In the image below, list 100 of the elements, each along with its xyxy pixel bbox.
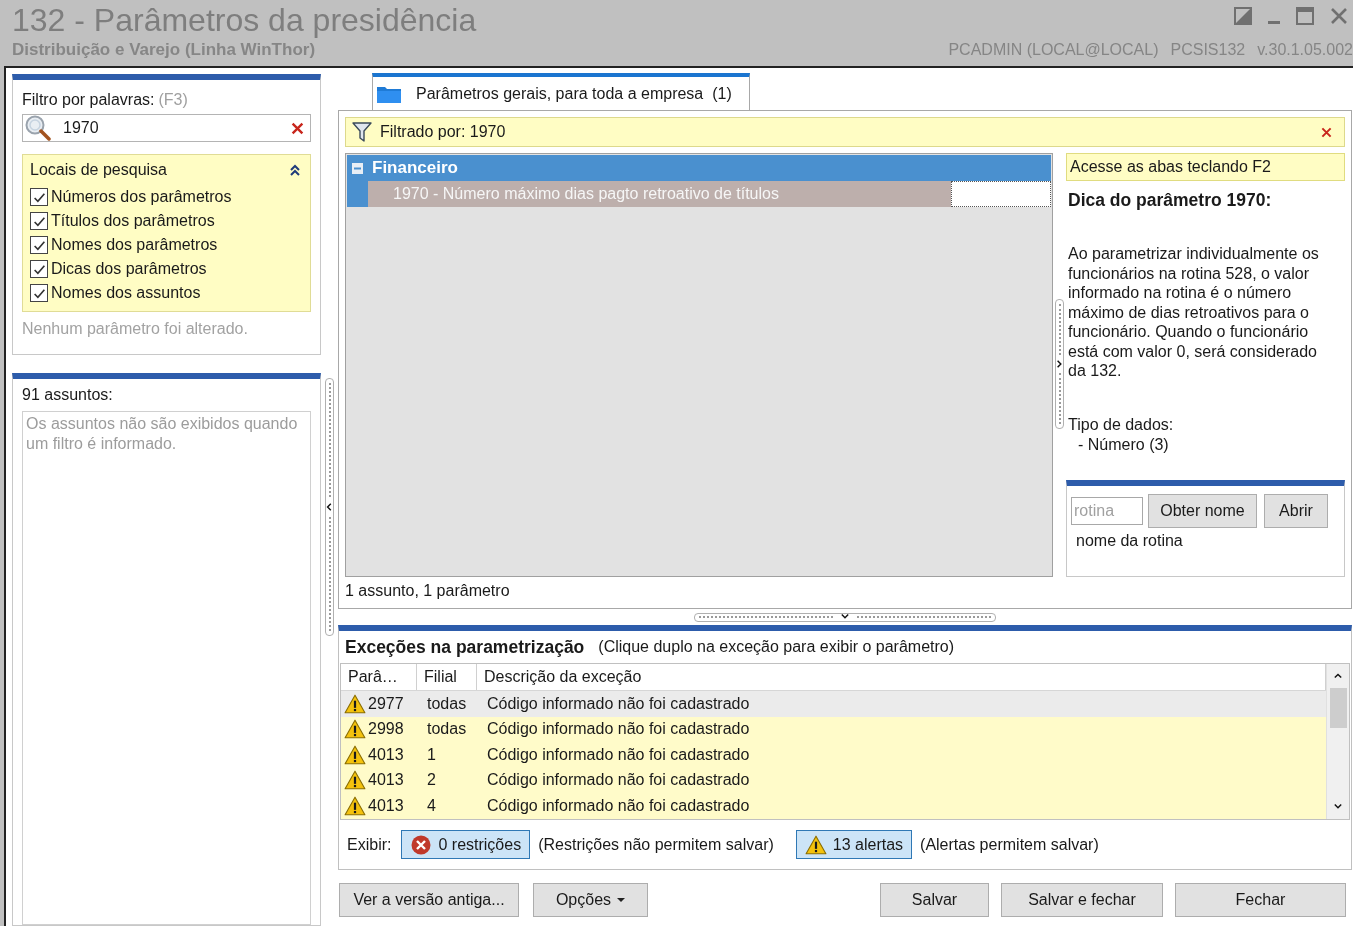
warning-icon: [804, 834, 827, 855]
scroll-thumb[interactable]: [1329, 688, 1347, 728]
dock-icon[interactable]: [1234, 7, 1252, 25]
table-cell-text: Código informado não foi cadastrado: [486, 719, 751, 740]
table-cell-text: todas: [426, 693, 468, 714]
checkbox-label: Nomes dos parâmetros: [51, 235, 218, 255]
window-subtitle: Distribuição e Varejo (Linha WinThor): [12, 40, 317, 60]
table-row[interactable]: 2998 todas Código informado não foi cadastrado: [341, 716, 1326, 742]
value-cell[interactable]: [951, 181, 1051, 207]
data-type-label: Tipo de dados:: [1067, 414, 1175, 435]
table-cell-text: 2998: [368, 719, 404, 740]
search-icon: [23, 115, 53, 141]
hint-banner: Acesse as abas teclando F2: [1066, 153, 1345, 181]
table-cell-text: 1: [426, 744, 437, 765]
table-cell-text: Código informado não foi cadastrado: [486, 795, 751, 816]
chevron-left-icon[interactable]: [325, 503, 334, 511]
column-header[interactable]: Filial: [417, 664, 477, 690]
table-row[interactable]: 4013 2 Código informado não foi cadastrado: [341, 767, 1326, 793]
summary-text: 1 assunto, 1 parâmetro: [345, 581, 511, 601]
tree-indent-bar: [347, 181, 368, 207]
clear-icon[interactable]: [291, 121, 304, 135]
warning-icon: [344, 770, 366, 791]
routine-name: nome da rotina: [1075, 531, 1184, 551]
table-row[interactable]: 4013 1 Código informado não foi cadastrado: [341, 742, 1326, 768]
checkbox[interactable]: [30, 284, 48, 302]
shortcut-hint: (F3): [158, 90, 188, 110]
splitter-handle[interactable]: [1055, 299, 1064, 429]
scroll-up-icon[interactable]: [1334, 672, 1342, 680]
section-title: Exceções na parametrização: [345, 635, 585, 659]
checkmark-icon: [32, 262, 46, 276]
scroll-down-icon[interactable]: [1334, 803, 1342, 811]
chevron-down-icon[interactable]: [841, 613, 849, 621]
status-text: Nenhum parâmetro foi alterado.: [22, 319, 249, 339]
table-row[interactable]: 2977 todas Código informado não foi cadastrado: [341, 691, 1326, 717]
checkbox-label: Nomes dos assuntos: [51, 283, 201, 303]
empty-message: Os assuntos não são exibidos quando um filtro é informado.: [26, 414, 299, 454]
checkmark-icon: [32, 190, 46, 204]
user-info: PCADMIN (LOCAL@LOCAL): [948, 40, 1159, 60]
column-header[interactable]: Parâ…: [341, 664, 417, 690]
action-button[interactable]: Ver a versão antiga...: [339, 883, 519, 917]
warning-icon: [344, 693, 366, 714]
checkbox[interactable]: [30, 188, 48, 206]
splitter-handle[interactable]: [325, 378, 334, 636]
toggle-button[interactable]: 13 alertas: [795, 830, 913, 859]
data-type-value: - Número (3): [1077, 434, 1170, 455]
show-label: Exibir:: [347, 834, 392, 855]
search-field[interactable]: 1970: [22, 114, 311, 142]
warning-icon: [344, 795, 366, 816]
options-menu-button[interactable]: Opções: [533, 883, 648, 917]
program-code: PCSIS132: [1170, 40, 1246, 60]
error-icon: [410, 834, 433, 855]
action-button[interactable]: Fechar: [1175, 883, 1346, 917]
action-button[interactable]: Obter nome: [1148, 494, 1257, 528]
chevron-right-icon[interactable]: [1055, 360, 1064, 368]
checkmark-icon: [32, 214, 46, 228]
action-button[interactable]: Salvar e fechar: [1001, 883, 1163, 917]
filter-label: Filtro por palavras:: [22, 90, 155, 110]
close-icon[interactable]: [1330, 7, 1348, 25]
checkmark-icon: [32, 238, 46, 252]
checkmark-icon: [32, 286, 46, 300]
subjects-count: 91 assuntos:: [22, 385, 114, 405]
warning-icon: [344, 719, 366, 740]
collapse-icon[interactable]: [289, 164, 301, 176]
splitter-handle[interactable]: [694, 612, 996, 622]
checkbox[interactable]: [30, 212, 48, 230]
section-note: (Clique duplo na exceção para exibir o parâmetro): [598, 637, 955, 657]
routine-field[interactable]: rotina: [1071, 497, 1143, 525]
version-label: v.30.1.05.002: [1257, 40, 1353, 60]
table-cell-text: Código informado não foi cadastrado: [486, 770, 751, 791]
toggle-button[interactable]: 0 restrições: [401, 830, 531, 859]
section-title: Locais de pesquisa: [30, 160, 167, 180]
checkbox[interactable]: [30, 236, 48, 254]
table-cell-text: 4013: [368, 770, 404, 791]
tab[interactable]: Parâmetros gerais, para toda a empresa (1): [372, 73, 750, 110]
funnel-icon: [352, 121, 372, 143]
table-cell-text: 4013: [368, 744, 404, 765]
filter-label: Filtrado por: 1970: [380, 122, 507, 142]
scrollbar[interactable]: [1326, 664, 1349, 819]
window-title: 132 - Parâmetros da presidência: [12, 1, 477, 40]
hint-title: Dica do parâmetro 1970:: [1067, 189, 1273, 211]
table-cell-text: Código informado não foi cadastrado: [486, 693, 751, 714]
table-row[interactable]: 4013 4 Código informado não foi cadastrado: [341, 793, 1326, 819]
table-cell-text: 4013: [368, 795, 404, 816]
table-cell-text: 2977: [368, 693, 404, 714]
caret-down-icon: [617, 898, 626, 902]
toggle-note: (Restrições não permitem salvar): [538, 834, 774, 855]
hint-text: Ao parametrizar individualmente os funcionários na rotina 528, o valor informado na rotina é o número máximo de dias retroativos para o funcionário. Quando o funcionário está com valor 0, será considerado da 132.: [1067, 244, 1320, 381]
checkbox-label: Números dos parâmetros: [51, 187, 232, 207]
table-cell-text: Código informado não foi cadastrado: [486, 744, 751, 765]
table-cell-text: 2: [426, 770, 437, 791]
table-cell-text: 4: [426, 795, 437, 816]
action-button[interactable]: Salvar: [880, 883, 989, 917]
toggle-note: (Alertas permitem salvar): [920, 834, 1099, 855]
clear-icon[interactable]: [1321, 126, 1332, 138]
checkbox[interactable]: [30, 260, 48, 278]
table-cell-text: todas: [426, 719, 468, 740]
checkbox-label: Títulos dos parâmetros: [51, 211, 215, 231]
warning-icon: [344, 744, 366, 765]
action-button[interactable]: Abrir: [1264, 494, 1328, 528]
maximize-icon[interactable]: [1296, 7, 1314, 25]
